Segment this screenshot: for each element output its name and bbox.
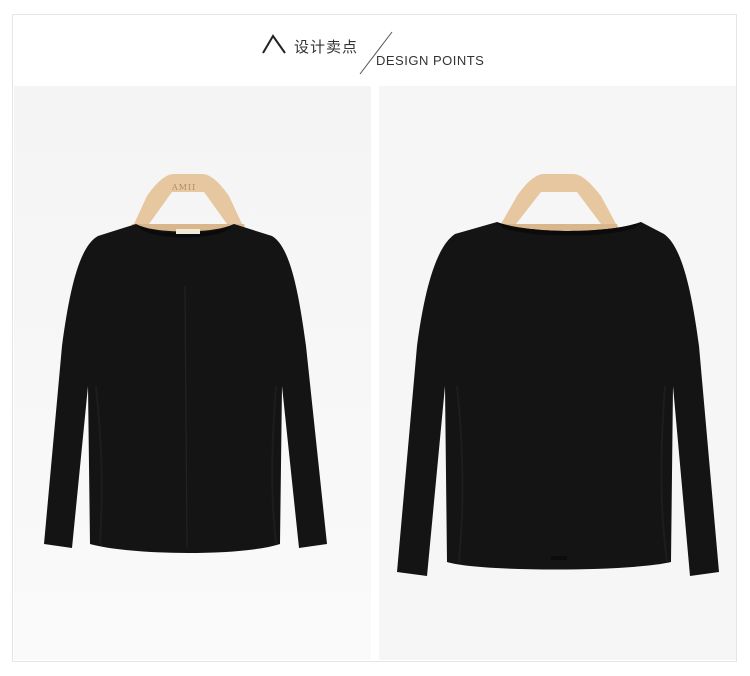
product-photo-front: AMII	[14, 86, 371, 660]
product-photo-back	[379, 86, 736, 660]
section-title-cn: 设计卖点	[294, 38, 359, 56]
brand-chevron-icon	[262, 34, 286, 54]
back-shirt-illustration	[379, 86, 736, 660]
front-shirt-illustration: AMII	[14, 86, 371, 660]
section-header: 设计卖点 DESIGN POINTS	[0, 0, 750, 86]
section-title-en: DESIGN POINTS	[376, 53, 485, 68]
hanger-brand-text: AMII	[171, 183, 196, 192]
